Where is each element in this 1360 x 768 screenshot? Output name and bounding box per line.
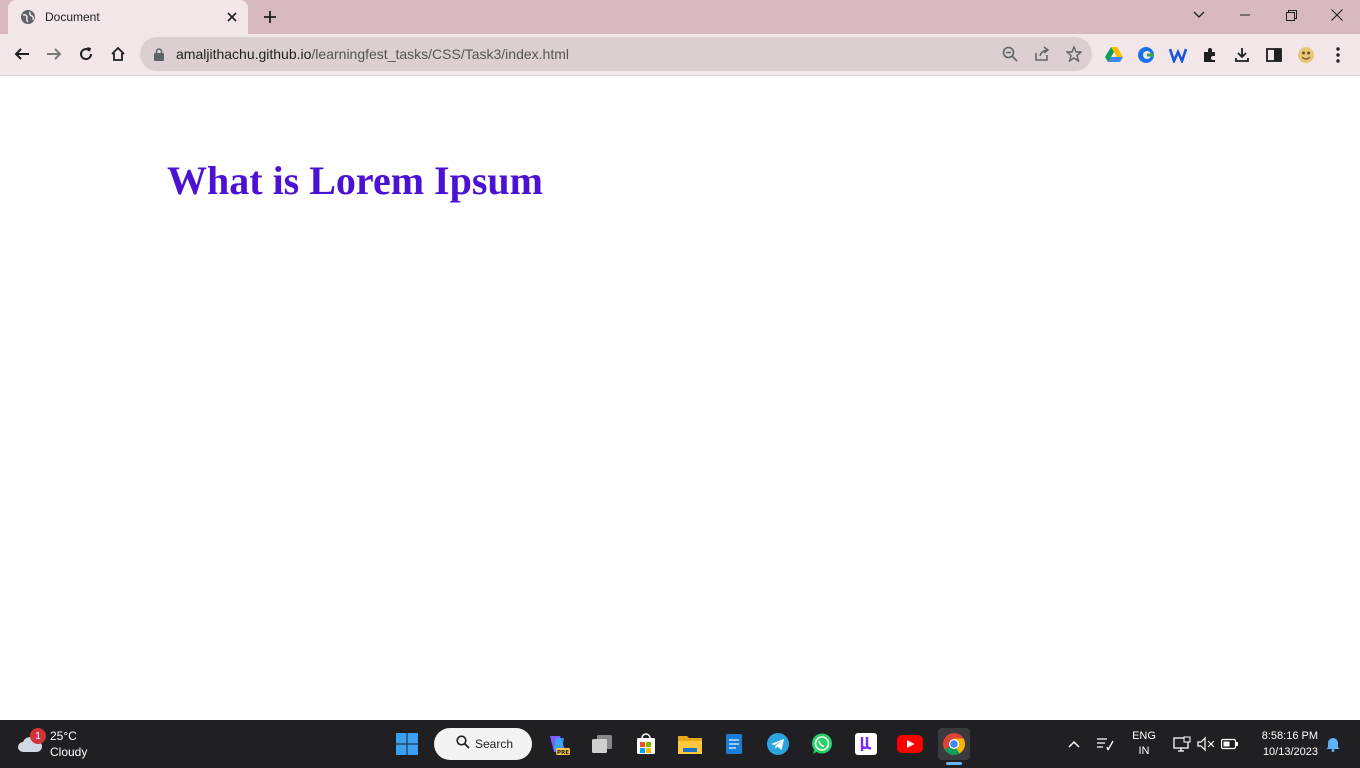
youtube-icon[interactable]: [894, 728, 926, 760]
url-domain: amaljithachu.github.io: [176, 46, 312, 62]
w-extension-icon[interactable]: [1168, 45, 1188, 65]
cloud-icon: 1: [16, 728, 46, 758]
chrome-icon[interactable]: [938, 728, 970, 760]
url-text: amaljithachu.github.io/learningfest_task…: [176, 46, 569, 62]
tab-search-chevron-icon[interactable]: [1176, 0, 1222, 30]
lang-line1: ENG: [1132, 730, 1156, 742]
browser-tab[interactable]: Document: [8, 0, 248, 34]
pen-menu-icon[interactable]: [1094, 720, 1116, 768]
windows-taskbar: 1 25°C Cloudy Search PRE ENG IN 8:58:16 …: [0, 720, 1360, 768]
home-button[interactable]: [104, 40, 132, 68]
search-icon: [456, 734, 470, 754]
show-hidden-icons-chevron[interactable]: [1064, 720, 1084, 768]
windows-notepad-icon[interactable]: [718, 728, 750, 760]
restore-button[interactable]: [1268, 0, 1314, 30]
zoom-icon[interactable]: [1001, 45, 1019, 63]
profile-avatar-icon[interactable]: [1296, 45, 1316, 65]
page-viewport: What is Lorem Ipsum: [0, 77, 1360, 720]
weather-temp: 25°C: [50, 729, 77, 743]
browser-toolbar: amaljithachu.github.io/learningfest_task…: [0, 34, 1360, 76]
close-window-button[interactable]: [1314, 0, 1360, 30]
page-heading: What is Lorem Ipsum: [167, 158, 543, 203]
share-icon[interactable]: [1033, 45, 1051, 63]
bookmark-star-icon[interactable]: [1065, 45, 1083, 63]
side-panel-icon[interactable]: [1264, 45, 1284, 65]
globe-icon: [20, 9, 36, 25]
language-indicator[interactable]: ENG IN: [1126, 720, 1162, 768]
edge-extension-icon[interactable]: [1136, 45, 1156, 65]
clock-date: 10/13/2023: [1262, 746, 1318, 758]
notification-bell-icon[interactable]: [1324, 720, 1342, 768]
volume-muted-icon[interactable]: [1196, 720, 1216, 768]
windows-start-icon[interactable]: [391, 728, 423, 760]
tab-close-icon[interactable]: [224, 9, 240, 25]
address-bar[interactable]: amaljithachu.github.io/learningfest_task…: [140, 37, 1092, 71]
taskbar-search[interactable]: Search: [434, 728, 532, 760]
telegram-icon[interactable]: [762, 728, 794, 760]
clock[interactable]: 8:58:16 PM 10/13/2023: [1250, 720, 1318, 768]
whatsapp-icon[interactable]: [806, 728, 838, 760]
google-drive-icon[interactable]: [1104, 45, 1124, 65]
forward-button[interactable]: [40, 40, 68, 68]
network-icon[interactable]: [1172, 720, 1192, 768]
file-explorer-icon[interactable]: [674, 728, 706, 760]
weather-badge: 1: [30, 728, 46, 744]
new-tab-button[interactable]: [260, 8, 280, 26]
tab-title: Document: [45, 10, 100, 24]
download-icon[interactable]: [1232, 45, 1252, 65]
url-path: /learningfest_tasks/CSS/Task3/index.html: [311, 46, 569, 62]
minimize-button[interactable]: [1222, 0, 1268, 30]
weather-desc: Cloudy: [50, 745, 88, 759]
weather-widget[interactable]: 1 25°C Cloudy: [16, 726, 87, 762]
lang-line2: IN: [1138, 745, 1150, 757]
chrome-menu-icon[interactable]: [1328, 45, 1348, 65]
microsoft-store-icon[interactable]: [630, 728, 662, 760]
reload-button[interactable]: [72, 40, 100, 68]
battery-icon[interactable]: [1220, 720, 1240, 768]
search-label: Search: [475, 737, 514, 751]
browser-title-bar: Document: [0, 0, 1360, 34]
back-button[interactable]: [8, 40, 36, 68]
mu-app-icon[interactable]: [850, 728, 882, 760]
extensions-puzzle-icon[interactable]: [1200, 45, 1220, 65]
task-view-icon[interactable]: [586, 728, 618, 760]
active-app-indicator: [946, 762, 962, 765]
copilot-pre-icon[interactable]: PRE: [542, 728, 574, 760]
lock-icon[interactable]: [154, 47, 166, 61]
clock-time: 8:58:16 PM: [1261, 730, 1318, 742]
svg-text:PRE: PRE: [557, 750, 569, 756]
